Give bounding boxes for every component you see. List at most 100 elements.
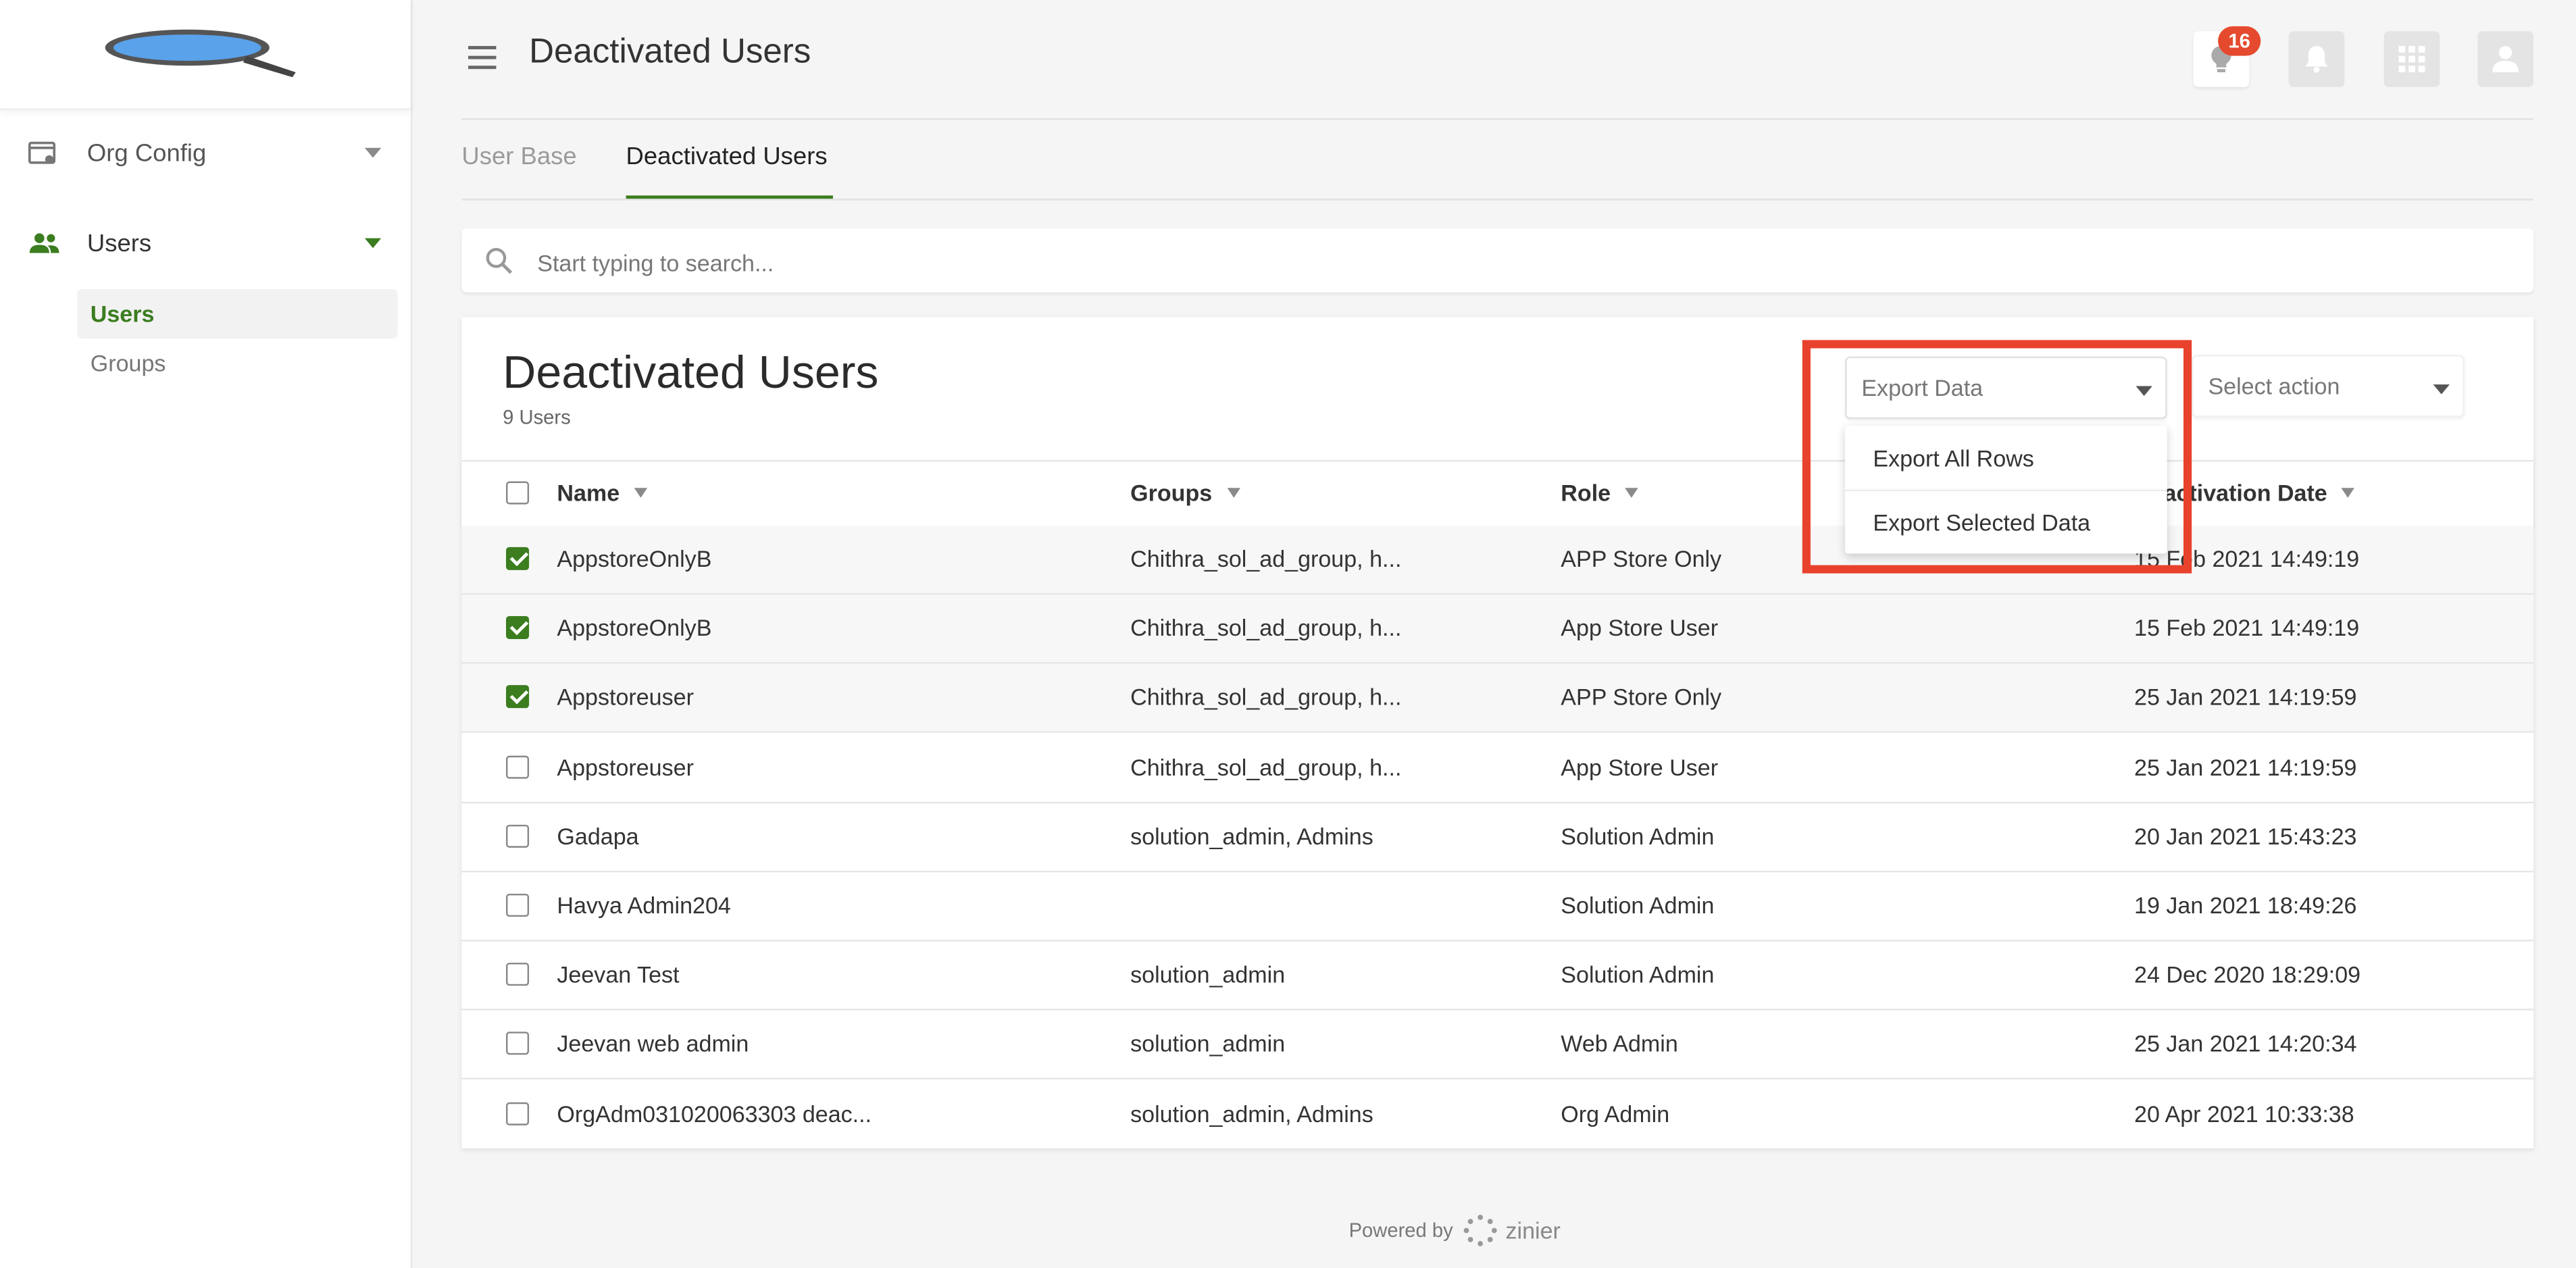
- org-config-icon: [28, 141, 56, 164]
- select-action-dropdown[interactable]: Select action: [2192, 355, 2465, 417]
- zinier-brand: zinier: [1505, 1217, 1561, 1244]
- column-label: Role: [1561, 480, 1611, 507]
- cell-name: Appstoreuser: [557, 753, 694, 780]
- notifications-button[interactable]: [2288, 31, 2345, 87]
- annotation-highlight-box: [1802, 340, 2192, 574]
- cell-groups: solution_admin, Admins: [1130, 1100, 1373, 1127]
- row-checkbox[interactable]: [506, 893, 530, 917]
- grid-icon: [2398, 46, 2425, 73]
- cell-date: 20 Apr 2021 10:33:38: [2134, 1100, 2354, 1127]
- cell-role: Org Admin: [1561, 1100, 1670, 1127]
- column-header-role[interactable]: Role: [1561, 480, 1639, 507]
- profile-button[interactable]: [2477, 31, 2533, 87]
- column-header-name[interactable]: Name: [557, 480, 648, 507]
- cell-role: Solution Admin: [1561, 961, 1715, 988]
- cell-date: 25 Jan 2021 14:19:59: [2134, 684, 2357, 711]
- select-action-label: Select action: [2208, 373, 2340, 399]
- cell-role: APP Store Only: [1561, 684, 1722, 711]
- cell-groups: Chithra_sol_ad_group, h...: [1130, 545, 1402, 572]
- magnifier-logo-icon[interactable]: [102, 26, 299, 79]
- cell-name: AppstoreOnlyB: [557, 545, 712, 572]
- card-title: Deactivated Users: [503, 347, 879, 398]
- select-all-checkbox[interactable]: [506, 481, 530, 505]
- powered-by-label: Powered by: [1348, 1219, 1453, 1242]
- row-checkbox[interactable]: [506, 755, 530, 778]
- sidebar: Org Config Users Users Groups: [0, 0, 413, 1268]
- column-label: Name: [557, 480, 620, 507]
- table-row[interactable]: Jeevan Test solution_admin Solution Admin 2…: [461, 942, 2533, 1011]
- cell-role: APP Store Only: [1561, 545, 1722, 572]
- cell-name: Havya Admin204: [557, 892, 731, 919]
- row-checkbox[interactable]: [506, 1101, 530, 1125]
- row-checkbox[interactable]: [506, 1032, 530, 1056]
- zinier-logo-icon: [1464, 1215, 1498, 1246]
- cell-date: 15 Feb 2021 14:49:19: [2134, 614, 2360, 641]
- chevron-down-icon: [364, 147, 382, 158]
- sidebar-item-org-config[interactable]: Org Config: [0, 120, 411, 186]
- cell-name: Appstoreuser: [557, 684, 694, 711]
- header-divider: [461, 118, 2533, 120]
- cell-name: Gadapa: [557, 822, 639, 849]
- table-header: Name Groups Role Deactivation Date: [461, 459, 2533, 530]
- table-row[interactable]: AppstoreOnlyB Chithra_sol_ad_group, h... A…: [461, 526, 2533, 595]
- cell-date: 25 Jan 2021 14:19:59: [2134, 753, 2357, 780]
- cell-groups: Chithra_sol_ad_group, h...: [1130, 753, 1402, 780]
- cell-date: 20 Jan 2021 15:43:23: [2134, 822, 2357, 849]
- sort-arrow-icon: [1625, 488, 1639, 498]
- table-row[interactable]: Havya Admin204 Solution Admin 19 Jan 2021 …: [461, 872, 2533, 942]
- menu-toggle-icon[interactable]: [468, 46, 497, 76]
- sidebar-subitem-users[interactable]: Users: [77, 289, 398, 338]
- search-bar: [461, 228, 2533, 296]
- cell-role: Solution Admin: [1561, 892, 1715, 919]
- apps-button[interactable]: [2383, 31, 2440, 87]
- search-input[interactable]: [534, 228, 2479, 296]
- cell-groups: Chithra_sol_ad_group, h...: [1130, 684, 1402, 711]
- column-header-groups[interactable]: Groups: [1130, 480, 1240, 506]
- user-count: 9 Users: [503, 405, 571, 429]
- users-icon: [29, 233, 59, 253]
- cell-role: Solution Admin: [1561, 822, 1715, 849]
- table-row[interactable]: Jeevan web admin solution_admin Web Admin 2…: [461, 1011, 2533, 1080]
- row-checkbox[interactable]: [506, 686, 530, 709]
- cell-name: OrgAdm031020063303 deac...: [557, 1100, 872, 1127]
- table-row[interactable]: AppstoreOnlyB Chithra_sol_ad_group, h... A…: [461, 594, 2533, 664]
- cell-groups: solution_admin: [1130, 1030, 1286, 1057]
- row-checkbox[interactable]: [506, 616, 530, 640]
- row-checkbox[interactable]: [506, 547, 530, 570]
- table-row[interactable]: OrgAdm031020063303 deac... solution_admin…: [461, 1080, 2533, 1150]
- page-title: Deactivated Users: [529, 32, 811, 71]
- cell-name: AppstoreOnlyB: [557, 614, 712, 641]
- sidebar-item-label: Org Config: [86, 138, 207, 167]
- table-row[interactable]: Appstoreuser Chithra_sol_ad_group, h... AP…: [461, 664, 2533, 734]
- cell-name: Jeevan Test: [557, 961, 680, 988]
- chevron-down-icon: [364, 238, 382, 249]
- sidebar-subitem-groups[interactable]: Groups: [77, 338, 397, 388]
- sort-arrow-icon: [1227, 488, 1240, 498]
- search-icon: [486, 247, 513, 274]
- sort-arrow-icon: [634, 488, 648, 498]
- column-label: Groups: [1130, 480, 1213, 507]
- sidebar-item-label: Users: [86, 229, 152, 257]
- sort-arrow-icon: [2342, 488, 2356, 498]
- tab-user-base[interactable]: User Base: [461, 143, 576, 171]
- cell-date: 24 Dec 2020 18:29:09: [2134, 961, 2361, 988]
- tabs-divider: [461, 199, 2533, 201]
- cell-role: Web Admin: [1561, 1030, 1678, 1057]
- tab-deactivated-users[interactable]: Deactivated Users: [626, 143, 828, 171]
- row-checkbox[interactable]: [506, 824, 530, 848]
- deactivated-users-card: Deactivated Users 9 Users Export Data Se…: [461, 317, 2533, 1150]
- chevron-down-icon: [2433, 384, 2450, 395]
- row-checkbox[interactable]: [506, 963, 530, 986]
- notification-count-badge: 16: [2218, 26, 2261, 56]
- bell-icon: [2304, 46, 2329, 73]
- sidebar-item-users[interactable]: Users: [0, 210, 411, 276]
- cell-date: 19 Jan 2021 18:49:26: [2134, 892, 2357, 919]
- table-row[interactable]: Gadapa solution_admin, Admins Solution Adm…: [461, 803, 2533, 872]
- logo-area: [0, 0, 411, 110]
- cell-groups: solution_admin, Admins: [1130, 822, 1373, 849]
- cell-name: Jeevan web admin: [557, 1030, 749, 1057]
- table-row[interactable]: Appstoreuser Chithra_sol_ad_group, h... Ap…: [461, 734, 2533, 803]
- cell-role: App Store User: [1561, 614, 1719, 641]
- cell-groups: Chithra_sol_ad_group, h...: [1130, 614, 1402, 641]
- cell-date: 25 Jan 2021 14:20:34: [2134, 1030, 2357, 1057]
